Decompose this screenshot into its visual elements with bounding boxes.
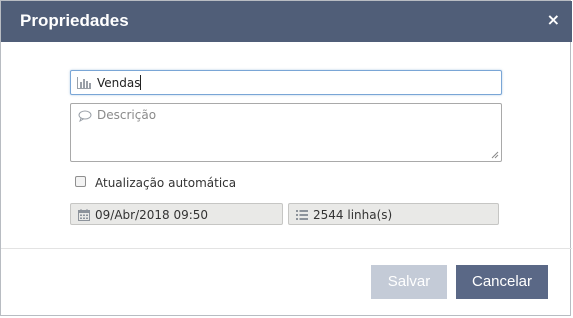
name-input[interactable]: Vendas: [70, 70, 502, 95]
rows-value: 2544 linha(s): [313, 208, 393, 222]
date-value: 09/Abr/2018 09:50: [95, 208, 209, 222]
save-button[interactable]: Salvar: [371, 265, 447, 299]
description-placeholder: Descrição: [97, 108, 157, 122]
cancel-button[interactable]: Cancelar: [456, 265, 548, 299]
close-icon[interactable]: ×: [547, 10, 560, 29]
list-icon: [296, 210, 308, 220]
speech-bubble-icon: [78, 110, 92, 122]
footer-divider: [1, 248, 572, 249]
date-field: 09/Abr/2018 09:50: [70, 203, 283, 225]
description-textarea[interactable]: Descrição: [70, 103, 502, 162]
auto-update-label[interactable]: Atualização automática: [95, 176, 236, 190]
resize-grip-icon[interactable]: [491, 151, 499, 159]
dialog-titlebar: Propriedades ×: [1, 1, 572, 42]
properties-dialog: Propriedades × Vendas Descrição Atualiza…: [0, 0, 572, 316]
auto-update-checkbox[interactable]: [75, 176, 86, 187]
bar-chart-icon: [77, 77, 91, 89]
calendar-icon: [78, 209, 90, 221]
text-caret: [140, 75, 141, 90]
dialog-title: Propriedades: [20, 11, 129, 30]
rows-field: 2544 linha(s): [288, 203, 499, 225]
name-value: Vendas: [97, 76, 141, 90]
